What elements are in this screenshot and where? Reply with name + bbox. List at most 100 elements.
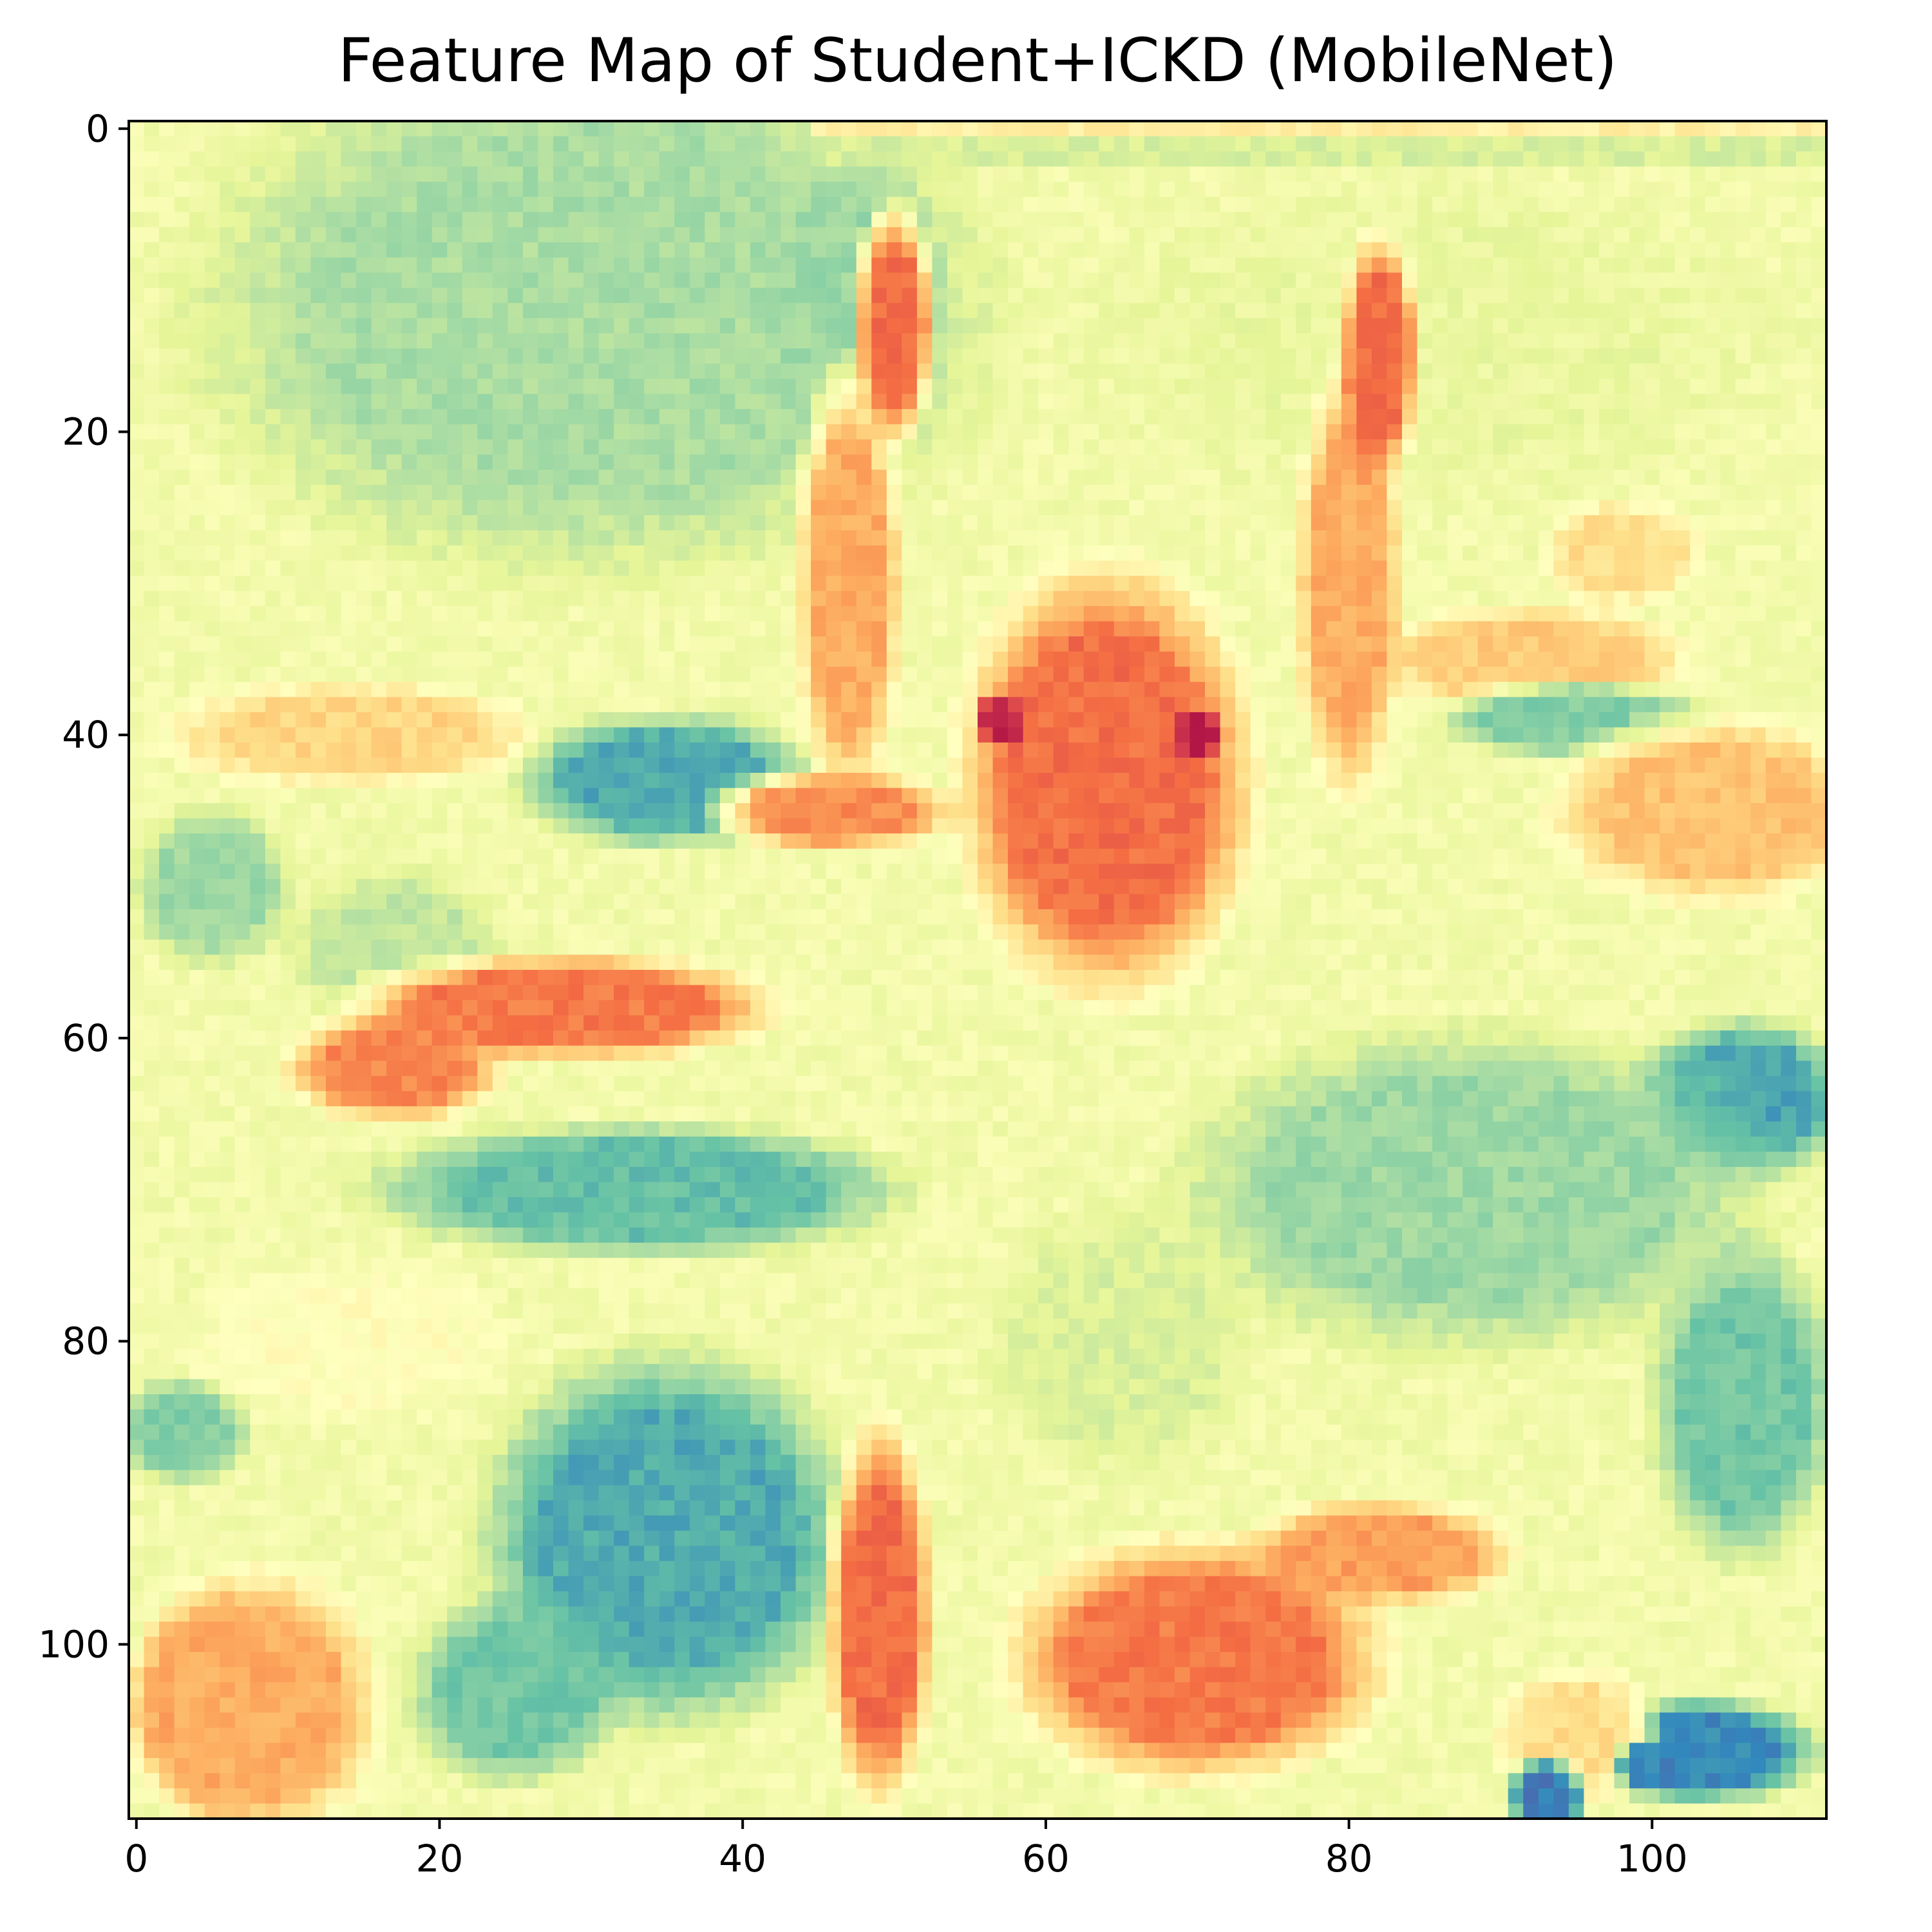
heatmap-cell bbox=[826, 317, 842, 334]
heatmap-cell bbox=[1099, 227, 1115, 243]
heatmap-cell bbox=[1189, 757, 1206, 773]
heatmap-cell bbox=[1523, 121, 1539, 137]
heatmap-cell bbox=[553, 667, 569, 683]
heatmap-cell bbox=[1735, 773, 1751, 789]
heatmap-cell bbox=[1144, 757, 1160, 773]
heatmap-cell bbox=[553, 227, 569, 243]
heatmap-cell bbox=[1113, 303, 1130, 319]
heatmap-cell bbox=[1296, 651, 1312, 667]
heatmap-cell bbox=[1189, 773, 1206, 789]
heatmap-cell bbox=[1765, 773, 1781, 789]
heatmap-cell bbox=[1099, 317, 1115, 334]
heatmap-image bbox=[129, 121, 1827, 1819]
heatmap-cell bbox=[1008, 773, 1024, 789]
heatmap-cell bbox=[1463, 242, 1479, 258]
heatmap-cell bbox=[1750, 545, 1766, 562]
heatmap-cell bbox=[598, 121, 614, 137]
heatmap-cell bbox=[811, 151, 827, 167]
heatmap-cell bbox=[538, 681, 554, 697]
heatmap-cell bbox=[841, 257, 857, 273]
heatmap-cell bbox=[522, 773, 539, 789]
heatmap-cell bbox=[1568, 500, 1585, 516]
heatmap-cell bbox=[447, 515, 463, 531]
heatmap-cell bbox=[750, 348, 766, 365]
heatmap-cell bbox=[1083, 560, 1099, 576]
heatmap-cell bbox=[962, 560, 978, 576]
heatmap-cell bbox=[1144, 242, 1160, 258]
heatmap-cell bbox=[1614, 196, 1630, 213]
heatmap-cell bbox=[1629, 454, 1645, 470]
heatmap-cell bbox=[1538, 667, 1554, 683]
heatmap-cell bbox=[1053, 530, 1069, 546]
heatmap-cell bbox=[220, 469, 236, 486]
heatmap-cell bbox=[401, 182, 417, 198]
heatmap-cell bbox=[1189, 742, 1206, 759]
heatmap-cell bbox=[1083, 393, 1099, 410]
heatmap-cell bbox=[538, 121, 554, 137]
heatmap-cell bbox=[280, 439, 296, 455]
heatmap-cell bbox=[220, 287, 236, 304]
heatmap-cell bbox=[765, 363, 781, 379]
heatmap-cell bbox=[1720, 348, 1736, 365]
heatmap-cell bbox=[871, 621, 887, 637]
heatmap-cell bbox=[1326, 469, 1342, 486]
heatmap-cell bbox=[1493, 257, 1509, 273]
heatmap-cell bbox=[598, 560, 614, 576]
heatmap-cell bbox=[795, 742, 811, 759]
heatmap-cell bbox=[1099, 576, 1115, 592]
heatmap-cell bbox=[492, 591, 508, 607]
heatmap-cell bbox=[1205, 363, 1221, 379]
heatmap-cell bbox=[1538, 393, 1554, 410]
heatmap-cell bbox=[417, 212, 433, 228]
heatmap-cell bbox=[265, 636, 281, 652]
heatmap-cell bbox=[1553, 393, 1569, 410]
heatmap-cell bbox=[1644, 636, 1660, 652]
heatmap-cell bbox=[1068, 287, 1084, 304]
heatmap-cell bbox=[1296, 712, 1312, 728]
heatmap-cell bbox=[629, 196, 645, 213]
heatmap-cell bbox=[978, 257, 994, 273]
heatmap-cell bbox=[629, 788, 645, 804]
heatmap-cell bbox=[1690, 439, 1706, 455]
heatmap-cell bbox=[1811, 469, 1827, 486]
heatmap-cell bbox=[1129, 681, 1145, 697]
heatmap-cell bbox=[674, 788, 690, 804]
heatmap-cell bbox=[598, 484, 614, 500]
heatmap-cell bbox=[1311, 409, 1327, 425]
heatmap-cell bbox=[1493, 576, 1509, 592]
heatmap-cell bbox=[781, 469, 797, 486]
heatmap-cell bbox=[719, 651, 736, 667]
heatmap-cell bbox=[1795, 757, 1812, 773]
heatmap-cell bbox=[431, 727, 448, 743]
heatmap-cell bbox=[1311, 212, 1327, 228]
heatmap-cell bbox=[234, 439, 251, 455]
heatmap-cell bbox=[1174, 333, 1191, 349]
heatmap-cell bbox=[401, 500, 417, 516]
heatmap-cell bbox=[1463, 469, 1479, 486]
heatmap-cell bbox=[1250, 591, 1266, 607]
heatmap-cell bbox=[553, 530, 569, 546]
heatmap-cell bbox=[1099, 560, 1115, 576]
heatmap-cell bbox=[1174, 121, 1191, 137]
heatmap-cell bbox=[932, 484, 948, 500]
heatmap-cell bbox=[1205, 379, 1221, 395]
heatmap-cell bbox=[1326, 272, 1342, 289]
heatmap-cell bbox=[644, 121, 660, 137]
heatmap-cell bbox=[1432, 591, 1448, 607]
heatmap-cell bbox=[1159, 182, 1175, 198]
heatmap-cell bbox=[1280, 151, 1296, 167]
heatmap-cell bbox=[781, 757, 797, 773]
heatmap-cell bbox=[1811, 439, 1827, 455]
heatmap-cell bbox=[1781, 727, 1797, 743]
heatmap-cell bbox=[1159, 379, 1175, 395]
heatmap-cell bbox=[1113, 667, 1130, 683]
heatmap-cell bbox=[1023, 576, 1039, 592]
heatmap-cell bbox=[1508, 651, 1524, 667]
heatmap-cell bbox=[1553, 424, 1569, 440]
heatmap-cell bbox=[644, 681, 660, 697]
heatmap-cell bbox=[1402, 515, 1418, 531]
heatmap-cell bbox=[1447, 712, 1463, 728]
heatmap-cell bbox=[129, 196, 145, 213]
heatmap-cell bbox=[234, 317, 251, 334]
heatmap-cell bbox=[1720, 379, 1736, 395]
